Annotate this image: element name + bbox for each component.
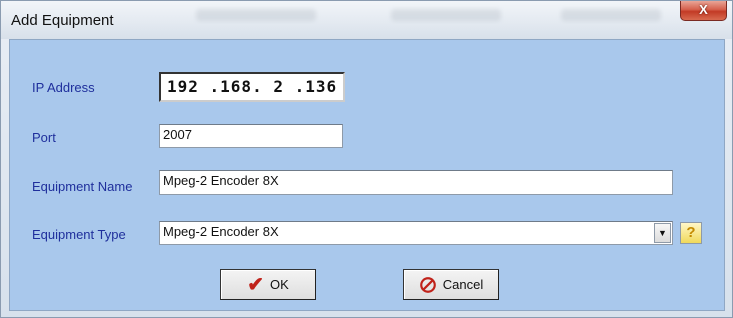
equipment-name-label: Equipment Name <box>32 179 133 194</box>
no-entry-icon <box>419 276 436 293</box>
equipment-name-input[interactable]: Mpeg-2 Encoder 8X <box>159 170 673 195</box>
port-input[interactable]: 2007 <box>159 124 343 148</box>
chevron-down-icon[interactable]: ▼ <box>654 223 671 243</box>
cancel-label: Cancel <box>442 277 484 292</box>
title-bar[interactable]: Add Equipment X <box>1 1 732 39</box>
ip-address-label: IP Address <box>32 80 95 95</box>
window-title: Add Equipment <box>11 12 114 29</box>
equipment-type-select[interactable]: Mpeg-2 Encoder 8X ▼ <box>159 221 673 245</box>
background-window-blur <box>196 9 316 21</box>
cancel-button[interactable]: Cancel <box>403 269 499 300</box>
form-panel: IP Address 192 .168. 2 .136 Port 2007 Eq… <box>9 39 725 311</box>
checkmark-icon: ✔ <box>247 273 264 296</box>
ok-button[interactable]: ✔ OK <box>220 269 316 300</box>
help-button[interactable]: ? <box>680 222 702 244</box>
ok-label: OK <box>269 277 289 292</box>
background-window-blur <box>561 9 661 21</box>
equipment-type-value: Mpeg-2 Encoder 8X <box>163 224 279 239</box>
add-equipment-dialog: Add Equipment X IP Address 192 .168. 2 .… <box>0 0 733 318</box>
ip-address-input[interactable]: 192 .168. 2 .136 <box>159 72 345 102</box>
close-button[interactable]: X <box>680 1 727 21</box>
equipment-type-label: Equipment Type <box>32 227 126 242</box>
background-window-blur <box>391 9 501 21</box>
port-label: Port <box>32 130 56 145</box>
